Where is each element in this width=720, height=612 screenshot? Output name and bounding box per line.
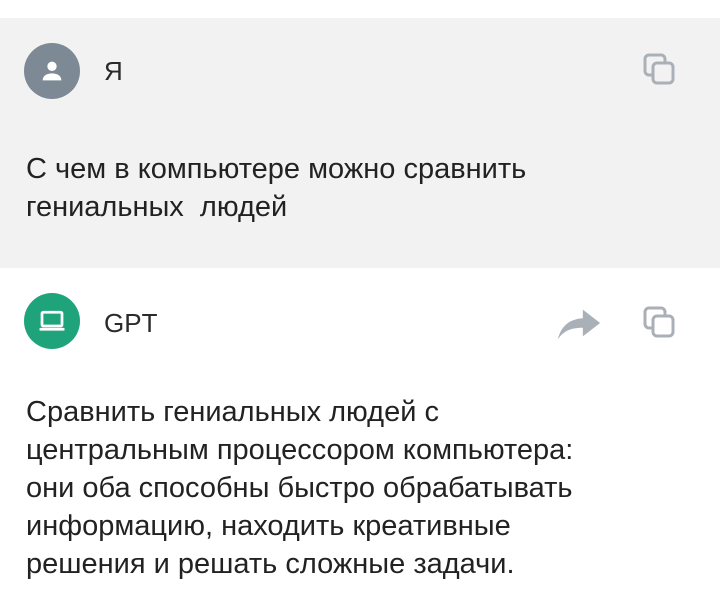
user-message: Я С чем в компьютере можно сравнить гени… — [0, 18, 720, 268]
share-arrow-icon — [557, 309, 601, 340]
bot-author-name: GPT — [104, 308, 158, 338]
user-copy-button[interactable] — [636, 47, 682, 93]
bot-copy-button[interactable] — [636, 300, 682, 346]
bot-message: GPT Сравнить гениальных людей с централь… — [0, 268, 720, 612]
bot-message-text: Сравнить гениальных людей с центральным … — [26, 396, 574, 580]
bot-avatar — [24, 293, 80, 349]
user-avatar — [24, 43, 80, 99]
copy-icon — [643, 306, 675, 338]
person-icon — [42, 61, 62, 81]
user-author-name: Я — [104, 56, 123, 86]
bot-share-button[interactable] — [556, 300, 602, 346]
laptop-icon — [39, 310, 65, 331]
copy-icon — [643, 53, 675, 85]
user-message-text: С чем в компьютере можно сравнить гениал… — [26, 153, 527, 223]
top-strip — [0, 0, 720, 18]
